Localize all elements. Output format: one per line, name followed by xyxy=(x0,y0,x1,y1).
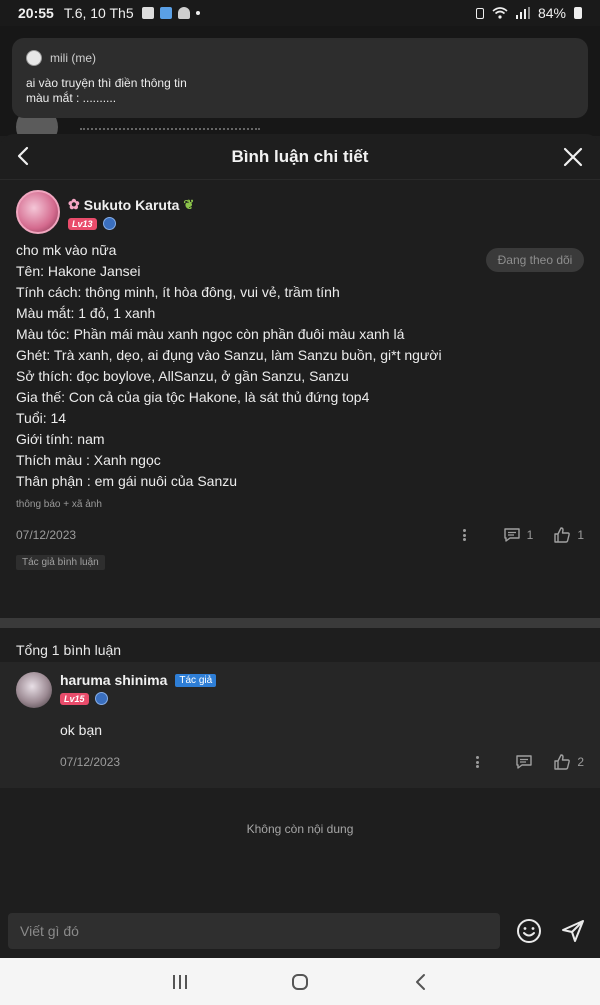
signal-icon xyxy=(515,7,530,19)
content-line: Giới tính: nam xyxy=(16,431,105,447)
note-text: thông báo + xã ảnh xyxy=(16,499,102,510)
notification-line: ai vào truyện thì điền thông tin xyxy=(26,76,187,90)
content-line: Tính cách: thông minh, ít hòa đông, vui … xyxy=(16,284,340,300)
status-date: T.6, 10 Th5 xyxy=(63,5,134,21)
verified-icon xyxy=(102,217,116,230)
more-options-icon[interactable] xyxy=(469,754,485,770)
comment-count-heading: Tổng 1 bình luận xyxy=(16,642,122,658)
level-badge: Lv15 xyxy=(60,692,89,705)
comment-count: 1 xyxy=(526,528,534,542)
like-count: 2 xyxy=(577,755,584,769)
content-line: Thân phận : em gái nuôi của Sanzu xyxy=(16,473,238,489)
author-badge: Tác giả xyxy=(175,673,217,687)
wifi-icon xyxy=(492,7,508,19)
follow-button[interactable]: Đang theo dõi xyxy=(486,248,584,272)
reply-button[interactable]: 1 xyxy=(503,527,534,543)
thumbs-up-icon xyxy=(554,527,571,543)
emoji-icon[interactable] xyxy=(516,918,542,944)
reply-button[interactable] xyxy=(515,754,533,770)
comment-composer xyxy=(0,904,600,958)
comment-content: cho mk vào nữa Tên: Hakone Jansei Tính c… xyxy=(16,240,584,492)
app-icon xyxy=(159,7,172,19)
flower-icon: ✿ xyxy=(68,196,80,212)
end-of-list-text: Không còn nội dung xyxy=(246,822,354,836)
send-icon[interactable] xyxy=(560,918,586,944)
alarm-icon xyxy=(475,7,484,19)
like-count: 1 xyxy=(577,528,584,542)
notification-avatar xyxy=(26,50,42,66)
reply-meta: 07/12/2023 2 xyxy=(60,754,584,770)
reply-item: haruma shinima Tác giả Lv15 ok bạn 07/12… xyxy=(0,662,600,788)
reply-date: 07/12/2023 xyxy=(60,755,121,769)
author-name[interactable]: Sukuto Karuta xyxy=(84,197,180,213)
home-icon xyxy=(292,973,308,990)
content-line: Màu tóc: Phần mái màu xanh ngọc còn phần… xyxy=(16,326,405,342)
reply-text: ok bạn xyxy=(60,722,103,738)
status-time: 20:55 xyxy=(18,5,54,21)
battery-icon xyxy=(574,7,582,19)
header: Bình luận chi tiết xyxy=(0,134,600,180)
gallery-icon xyxy=(141,7,154,19)
content-line: Ghét: Trà xanh, dẹo, ai đụng vào Sanzu, … xyxy=(16,347,442,363)
comment-icon xyxy=(503,528,520,542)
reply-author-name[interactable]: haruma shinima xyxy=(60,672,167,688)
more-dot-icon xyxy=(195,11,200,15)
main-comment: ✿ Sukuto Karuta ❦ Lv13 Đang theo dõi cho… xyxy=(0,180,600,614)
content-line: Tuổi: 14 xyxy=(16,410,67,426)
notification-sender: mili (me) xyxy=(50,51,96,65)
status-notification-icons xyxy=(141,7,200,19)
thumbs-up-icon xyxy=(554,754,571,770)
divider xyxy=(0,618,600,628)
back-icon[interactable] xyxy=(12,144,36,168)
content-line: Thích màu : Xanh ngọc xyxy=(16,452,161,468)
status-bar: 20:55 T.6, 10 Th5 84% xyxy=(0,0,600,26)
comment-input[interactable] xyxy=(8,913,500,949)
comment-icon xyxy=(516,755,533,769)
comment-date: 07/12/2023 xyxy=(16,528,77,542)
like-button[interactable]: 1 xyxy=(553,527,584,543)
level-badge: Lv13 xyxy=(68,217,97,230)
page-title: Bình luận chi tiết xyxy=(231,146,369,166)
close-icon[interactable] xyxy=(562,146,584,168)
recent-apps-button[interactable] xyxy=(166,968,194,996)
like-button[interactable]: 2 xyxy=(553,754,584,770)
notification-banner[interactable]: mili (me) ai vào truyện thì điền thông t… xyxy=(12,38,588,118)
android-icon xyxy=(177,7,190,19)
comment-author: ✿ Sukuto Karuta ❦ Lv13 xyxy=(16,190,584,234)
avatar[interactable] xyxy=(16,190,60,234)
more-options-icon[interactable] xyxy=(457,527,473,543)
comment-meta: 07/12/2023 1 1 xyxy=(16,527,584,543)
sprout-icon: ❦ xyxy=(183,196,195,212)
comment-detail-sheet: Bình luận chi tiết ✿ Sukuto Karuta ❦ Lv1… xyxy=(0,134,600,1005)
battery-level: 84% xyxy=(537,5,566,21)
back-nav-icon xyxy=(416,973,425,990)
content-line: Sở thích: đọc boylove, AllSanzu, ở gần S… xyxy=(16,368,349,384)
recent-apps-icon xyxy=(173,974,187,989)
notification-line: màu mắt : .......... xyxy=(26,91,117,105)
back-nav-button[interactable] xyxy=(406,968,434,996)
content-line: Gia thế: Con cả của gia tộc Hakone, là s… xyxy=(16,389,370,405)
author-comment-tag: Tác giả bình luận xyxy=(16,555,105,570)
background-text xyxy=(80,128,260,132)
avatar[interactable] xyxy=(16,672,52,708)
system-navigation-bar xyxy=(0,958,600,1005)
home-button[interactable] xyxy=(286,968,314,996)
verified-icon xyxy=(94,692,108,705)
content-line: Màu mắt: 1 đỏ, 1 xanh xyxy=(16,305,156,321)
